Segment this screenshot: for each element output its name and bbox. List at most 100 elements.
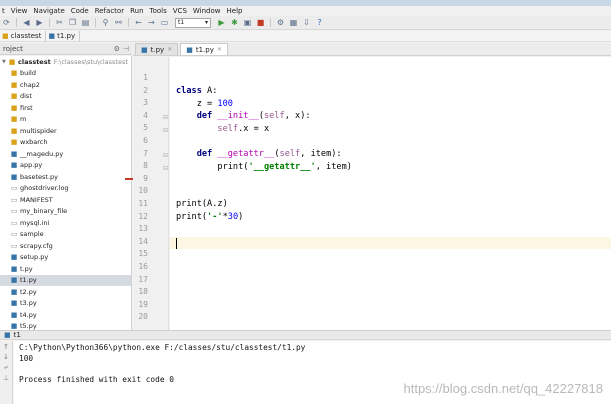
hide-panel-icon[interactable]: ⊣ — [123, 45, 129, 53]
python-file-icon: ■ — [10, 172, 18, 181]
gear-icon[interactable]: ⚙ — [114, 45, 120, 53]
file-icon: ▭ — [10, 184, 18, 193]
console-command: C:\Python\Python366\python.exe F:/classe… — [19, 343, 306, 352]
breadcrumb-file[interactable]: ■ t1.py — [46, 30, 81, 42]
close-icon[interactable]: ✕ — [217, 46, 222, 53]
menu-navigate[interactable]: Navigate — [31, 7, 66, 15]
tree-item[interactable]: ■ build — [0, 68, 131, 80]
folder-icon: ■ — [10, 80, 18, 89]
tree-item[interactable]: ■ t.py — [0, 263, 131, 275]
tree-item[interactable]: ▭ mysql.ini — [0, 217, 131, 229]
python-file-icon: ■ — [10, 299, 18, 308]
tree-item-label: t2.py — [20, 287, 37, 296]
scroll-down-icon[interactable]: ↓ — [3, 353, 9, 361]
nav-forward-icon[interactable]: → — [147, 18, 156, 27]
pin-icon[interactable]: ⊥ — [3, 374, 9, 382]
sdk-icon[interactable]: ⇩ — [302, 18, 311, 27]
menu-help[interactable]: Help — [225, 7, 245, 15]
menu-window[interactable]: Window — [191, 7, 223, 15]
tree-item[interactable]: ■ t3.py — [0, 298, 131, 310]
tree-item-label: basetest.py — [20, 172, 59, 181]
tree-root-label: classtest — [18, 57, 51, 66]
tree-item[interactable]: ▭ ghostdriver.log — [0, 183, 131, 195]
tree-root[interactable]: ▼ ■ classtest F:\classes\stu\classtest — [0, 56, 131, 68]
python-file-icon: ■ — [4, 331, 11, 339]
tree-item-label: build — [20, 69, 36, 78]
tree-item[interactable]: ■ chap2 — [0, 79, 131, 91]
debug-icon[interactable]: ✱ — [230, 18, 239, 27]
tree-item[interactable]: ■ t4.py — [0, 309, 131, 321]
python-file-icon: ■ — [141, 45, 148, 54]
tree-item[interactable]: ■ wxbarch — [0, 137, 131, 149]
tree-item[interactable]: ■ t5.py — [0, 321, 131, 330]
line-number: 10 — [138, 186, 148, 196]
close-icon[interactable]: ✕ — [167, 46, 172, 53]
replace-icon[interactable]: ⚯ — [114, 18, 123, 27]
line-number: 2 — [143, 85, 148, 95]
tree-item[interactable]: ▭ MANIFEST — [0, 194, 131, 206]
toolbar-separator — [95, 18, 96, 27]
fold-icon[interactable]: ⊟ — [163, 127, 168, 134]
folder-icon: ■ — [10, 69, 18, 78]
cut-icon[interactable]: ✂ — [55, 18, 64, 27]
watermark: https://blog.csdn.net/qq_42227818 — [403, 381, 604, 396]
menu-partial[interactable]: t — [0, 7, 7, 15]
stop-icon[interactable]: ■ — [256, 18, 265, 27]
console-finish: Process finished with exit code 0 — [19, 375, 174, 384]
coverage-icon[interactable]: ▣ — [243, 18, 252, 27]
fold-icon[interactable]: ⊟ — [163, 165, 168, 172]
tree-item[interactable]: ■ app.py — [0, 160, 131, 172]
python-file-icon: ■ — [48, 32, 56, 40]
tree-item-label: t1.py — [20, 276, 37, 285]
tree-item[interactable]: ■ setup.py — [0, 252, 131, 264]
menu-view[interactable]: View — [9, 7, 30, 15]
breadcrumb-project[interactable]: ■ classtest — [0, 30, 47, 42]
menu-run[interactable]: Run — [128, 7, 145, 15]
back-icon[interactable]: ◀ — [22, 18, 31, 27]
menu-vcs[interactable]: VCS — [171, 7, 189, 15]
menu-tools[interactable]: Tools — [148, 7, 169, 15]
tree-item[interactable]: ■ first — [0, 102, 131, 114]
tree-item-label: my_binary_file — [20, 207, 68, 216]
paste-icon[interactable]: ▤ — [81, 18, 90, 27]
tree-item[interactable]: ▭ sample — [0, 229, 131, 241]
project-panel-title[interactable]: roject — [3, 45, 23, 53]
tree-item[interactable]: ■ multispider — [0, 125, 131, 137]
tree-item[interactable]: ▭ scrapy.cfg — [0, 240, 131, 252]
code-editor[interactable]: class A: z = 100 def __init__(self, x): … — [170, 57, 611, 330]
tree-item[interactable]: ■ t1.py — [0, 274, 131, 286]
tab-label: t.py — [150, 45, 165, 54]
code-line-10: print(A.z) — [176, 199, 228, 209]
tree-item-label: app.py — [20, 161, 43, 170]
find-icon[interactable]: ⚲ — [101, 18, 110, 27]
help-icon[interactable]: ? — [315, 18, 324, 27]
project-structure-icon[interactable]: ▦ — [289, 18, 298, 27]
menu-code[interactable]: Code — [69, 7, 91, 15]
settings-icon[interactable]: ⚙ — [276, 18, 285, 27]
wrap-icon[interactable]: ⤶ — [4, 363, 8, 372]
fold-icon[interactable]: ⊟ — [163, 114, 168, 121]
nav-back-icon[interactable]: ← — [134, 18, 143, 27]
tab-t1-py[interactable]: ■ t1.py ✕ — [180, 43, 228, 55]
tree-item-label: t5.py — [20, 322, 37, 330]
sync-icon[interactable]: ⟳ — [2, 18, 11, 27]
toolbar-separator — [49, 18, 50, 27]
tree-item[interactable]: ■ t2.py — [0, 286, 131, 298]
tab-t-py[interactable]: ■ t.py ✕ — [135, 43, 179, 55]
forward-icon[interactable]: ▶ — [35, 18, 44, 27]
run-tab-label[interactable]: t1 — [14, 331, 21, 339]
tree-item[interactable]: ■ basetest.py — [0, 171, 131, 183]
run-icon[interactable]: ▶ — [217, 18, 226, 27]
menu-refactor[interactable]: Refactor — [93, 7, 126, 15]
run-config-select[interactable]: t1 ▾ — [175, 17, 211, 28]
scroll-up-icon[interactable]: ↑ — [3, 343, 9, 351]
tree-item[interactable]: ■ m — [0, 114, 131, 126]
copy-icon[interactable]: ❐ — [68, 18, 77, 27]
code-line-11: print('-'*30) — [176, 211, 244, 222]
tree-item[interactable]: ■ dist — [0, 91, 131, 103]
line-number: 7 — [143, 148, 148, 158]
line-number: 3 — [143, 98, 148, 108]
fold-icon[interactable]: ⊟ — [163, 152, 168, 159]
tree-item[interactable]: ■ __magedu.py — [0, 148, 131, 160]
tree-item[interactable]: ▭ my_binary_file — [0, 206, 131, 218]
